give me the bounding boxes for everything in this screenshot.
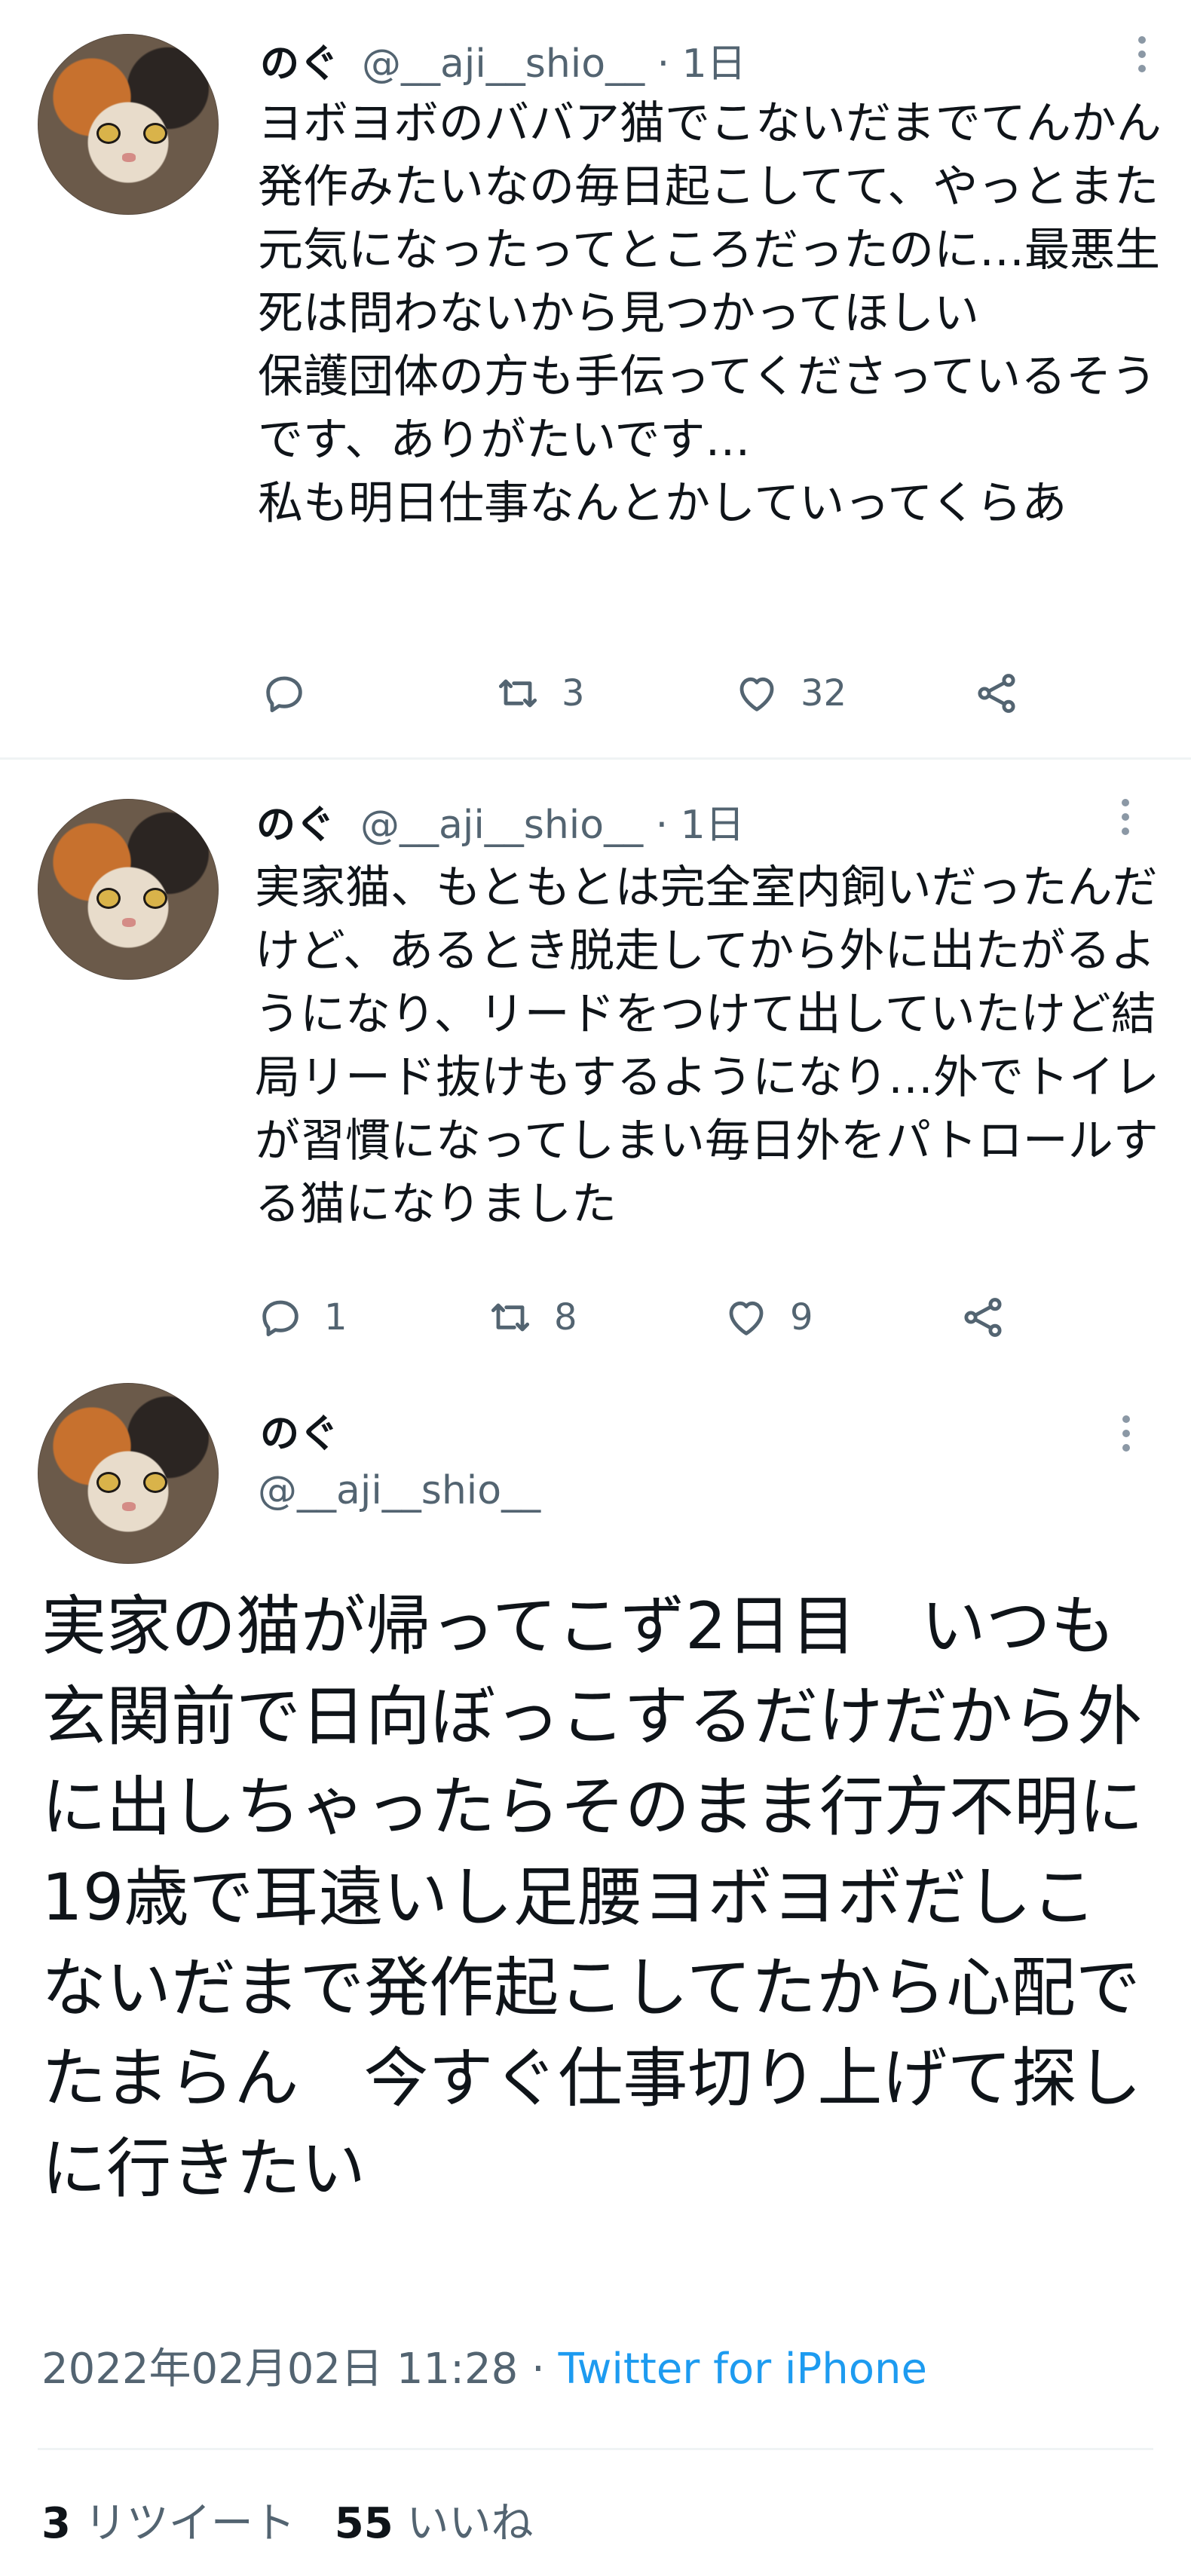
tweet-text: 実家猫、もともとは完全室内飼いだったんだけど、あるとき脱走してから外に出たがるよ… <box>255 861 1159 1231</box>
heart-icon <box>739 677 774 711</box>
likes-count: 55 <box>334 2499 393 2548</box>
like-count: 32 <box>801 672 847 714</box>
reply-icon <box>266 676 302 713</box>
tweet-source-link[interactable]: Twitter for iPhone <box>559 2345 927 2394</box>
share-icon <box>978 674 1015 713</box>
cat-eye-icon <box>96 123 121 144</box>
like-count: 9 <box>790 1296 813 1338</box>
more-options-icon[interactable] <box>1119 799 1131 844</box>
likes-stat[interactable]: 55 いいね <box>335 2499 534 2548</box>
retweet-icon <box>498 679 537 708</box>
heart-icon <box>729 1301 764 1335</box>
like-button[interactable]: 9 <box>722 1287 813 1348</box>
tweet-2[interactable]: のぐ @__aji__shio__ · 1日 実家猫、もともとは完全室内飼いだっ… <box>0 760 1191 1363</box>
cat-eye-icon <box>143 123 167 144</box>
avatar[interactable] <box>38 34 219 215</box>
cat-nose-icon <box>122 918 136 927</box>
author-handle[interactable]: @__aji__shio__ · 1日 <box>360 793 745 849</box>
retweets-stat[interactable]: 3 リツイート <box>41 2499 295 2548</box>
cat-eye-icon <box>143 888 167 909</box>
reply-button[interactable] <box>260 663 328 724</box>
tweet-text: 実家の猫が帰ってこず2日目 いつも玄関前で日向ぼっこするだけだから外に出しちゃっ… <box>41 1589 1144 2207</box>
retweet-icon <box>491 1303 530 1332</box>
divider <box>38 2448 1153 2450</box>
author-handle[interactable]: @__aji__shio__ <box>258 1468 540 1513</box>
tweet-1[interactable]: のぐ @__aji__shio__ · 1日 ヨボヨボのババア猫でこないだまでて… <box>0 0 1191 757</box>
share-icon <box>964 1298 1002 1337</box>
cat-eye-icon <box>96 888 121 909</box>
cat-eye-icon <box>143 1472 167 1493</box>
reply-button[interactable]: 1 <box>256 1287 348 1348</box>
author-name[interactable]: のぐ <box>256 793 335 849</box>
author-handle[interactable]: @__aji__shio__ · 1日 <box>362 32 746 88</box>
author-name[interactable]: のぐ <box>260 32 338 88</box>
author-name[interactable]: のぐ <box>260 1402 338 1458</box>
cat-eye-icon <box>96 1472 121 1493</box>
reply-icon <box>262 1300 299 1337</box>
retweet-button[interactable]: 3 <box>494 663 585 724</box>
tweet-meta: 2022年02月02日 11:28 · Twitter for iPhone <box>41 2335 927 2396</box>
like-button[interactable]: 32 <box>733 663 847 724</box>
more-options-icon[interactable] <box>1136 36 1148 81</box>
retweets-label: リツイート <box>70 2499 295 2548</box>
avatar[interactable] <box>38 799 219 980</box>
retweet-count: 3 <box>562 672 585 714</box>
share-button[interactable] <box>959 1287 1007 1348</box>
retweet-count: 8 <box>554 1296 577 1338</box>
tweet-text: ヨボヨボのババア猫でこないだまでてんかん発作みたいなの毎日起こしてて、やっとまた… <box>258 97 1162 530</box>
cat-nose-icon <box>122 153 136 162</box>
likes-label: いいね <box>393 2499 534 2548</box>
retweets-count: 3 <box>41 2499 71 2548</box>
avatar[interactable] <box>38 1383 219 1564</box>
more-options-icon[interactable] <box>1120 1415 1132 1461</box>
tweet-date[interactable]: 2022年02月02日 11:28 · <box>41 2345 559 2394</box>
main-tweet: のぐ @__aji__shio__ 実家の猫が帰ってこず2日目 いつも玄関前で日… <box>0 1363 1191 2576</box>
tweet-stats: 3 リツイート 55 いいね <box>41 2489 534 2550</box>
cat-nose-icon <box>122 1502 136 1511</box>
share-button[interactable] <box>972 663 1021 724</box>
reply-count: 1 <box>324 1296 348 1338</box>
retweet-button[interactable]: 8 <box>486 1287 577 1348</box>
